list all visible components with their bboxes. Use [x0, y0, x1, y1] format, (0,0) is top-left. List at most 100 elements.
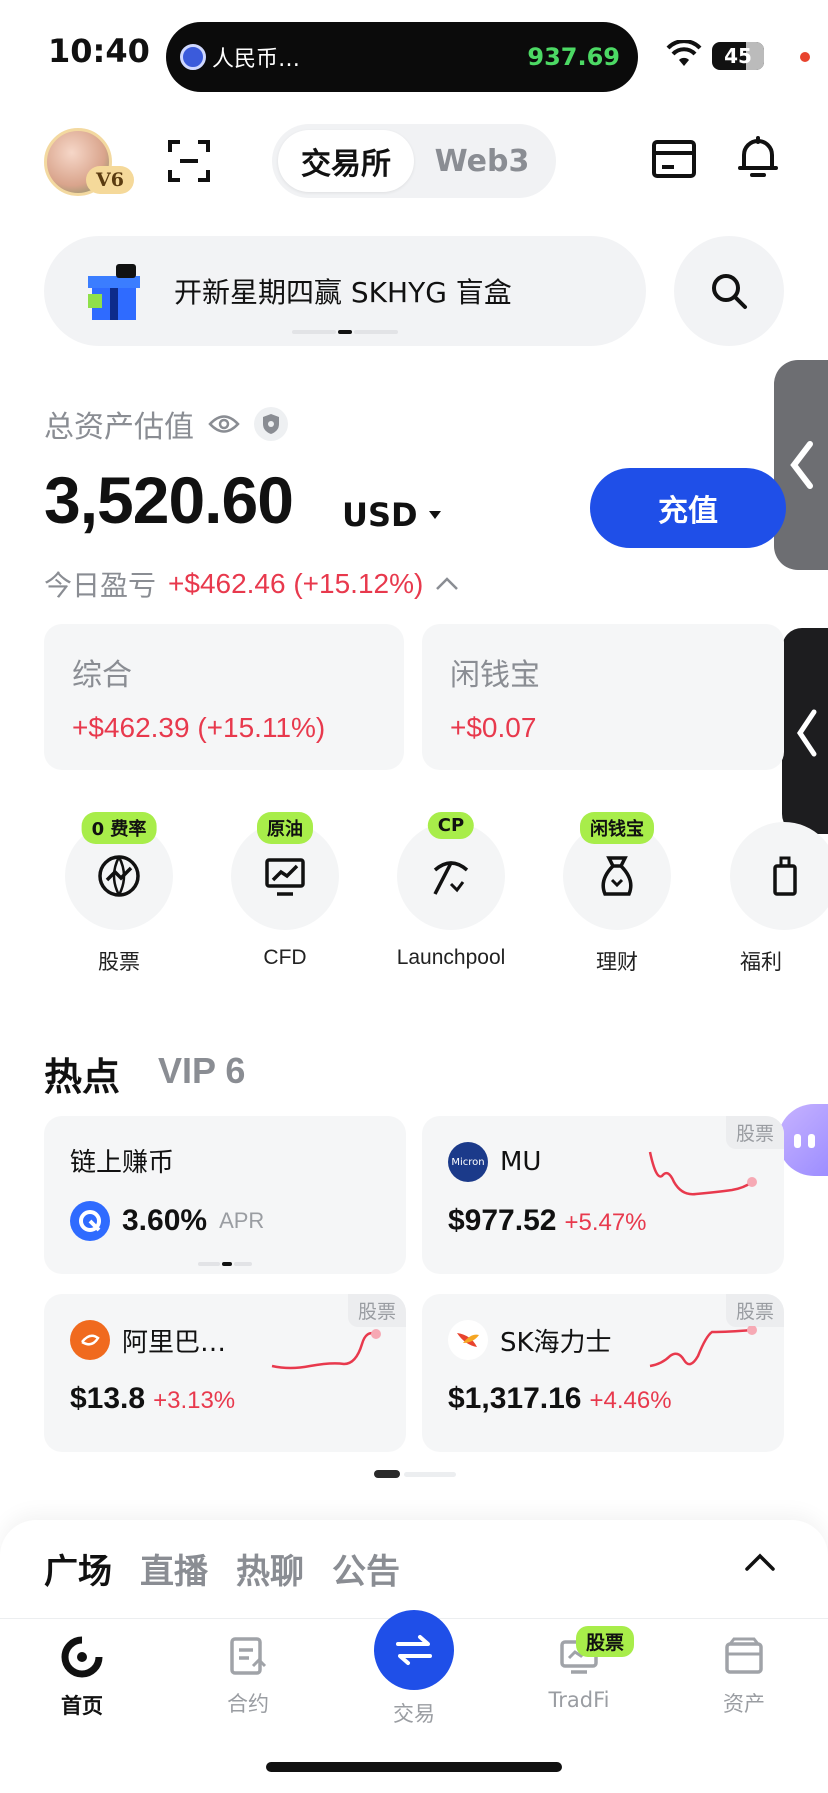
market-card-change: +4.46% [589, 1387, 672, 1414]
tab-announcements[interactable]: 公告 [332, 1544, 400, 1593]
currency-label: USD [342, 496, 418, 534]
card-icon[interactable] [652, 140, 696, 178]
nav-label: 资产 [723, 1692, 765, 1716]
card-pagination [198, 1262, 252, 1266]
market-card-name: SK海力士 [500, 1327, 612, 1358]
micron-logo-icon: Micron [448, 1142, 488, 1182]
quick-action-tag: 原油 [257, 812, 313, 844]
pnl-card-overall[interactable]: 综合 +$462.39 (+15.11%) [44, 624, 404, 770]
nav-stock-tag: 股票 [576, 1626, 635, 1657]
tab-square[interactable]: 广场 [44, 1544, 112, 1593]
onchain-earn-icon [70, 1201, 110, 1241]
tab-live[interactable]: 直播 [140, 1544, 208, 1593]
nav-label: 首页 [61, 1694, 103, 1718]
stock-tag: 股票 [725, 1294, 784, 1327]
gift-icon [773, 856, 797, 896]
market-card-price: $13.8 [70, 1382, 146, 1415]
quick-action-wealth[interactable]: 闲钱宝 理财 [552, 812, 682, 976]
alibaba-logo-icon [70, 1320, 110, 1360]
hot-pagination [374, 1470, 456, 1478]
battery-icon: 45 [712, 42, 764, 70]
tab-exchange[interactable]: 交易所 [278, 130, 414, 192]
scan-icon[interactable] [168, 140, 210, 182]
market-card-mu[interactable]: 股票 Micron MU $977.52 +5.47% [422, 1116, 784, 1274]
hot-section-title[interactable]: 热点 [44, 1046, 120, 1101]
pnl-card-title: 综合 [72, 658, 132, 693]
quick-action-tag: CP [427, 812, 475, 839]
eye-icon[interactable] [208, 413, 240, 435]
tab-hot-chat[interactable]: 热聊 [236, 1544, 304, 1593]
quick-action-benefits[interactable]: 福利 [730, 822, 828, 982]
apr-suffix: APR [219, 1208, 265, 1233]
search-button[interactable] [674, 236, 784, 346]
battery-level: 45 [724, 44, 752, 68]
chevron-up-icon [436, 577, 459, 590]
sparkline-chart [648, 1151, 757, 1196]
document-chart-icon [230, 1637, 267, 1675]
tab-web3[interactable]: Web3 [414, 130, 550, 192]
vip-section-tab[interactable]: VIP 6 [158, 1050, 245, 1092]
nav-futures[interactable]: 合约 [188, 1636, 308, 1718]
vip-level-badge: V6 [86, 166, 134, 194]
swap-arrows-icon [396, 1635, 432, 1665]
market-card-change: +3.13% [153, 1387, 236, 1414]
quick-action-tag: 闲钱宝 [580, 812, 654, 844]
total-assets-label-row: 总资产估值 [44, 402, 288, 446]
quick-action-stocks[interactable]: 0 费率 股票 [54, 812, 184, 976]
micron-logo-text: Micron [451, 1156, 485, 1168]
market-card-earn[interactable]: 链上赚币 3.60% APR [44, 1116, 406, 1274]
island-asset-name: 人民币… [212, 47, 301, 72]
monitor-chart-icon [265, 858, 305, 896]
side-drawer-handle-dark[interactable] [782, 628, 828, 834]
pnl-card-value: +$0.07 [450, 712, 537, 743]
pnl-card-savings[interactable]: 闲钱宝 +$0.07 [422, 624, 784, 770]
quick-action-tag: 0 费率 [81, 812, 157, 844]
search-icon [712, 274, 747, 309]
chevron-up-icon[interactable] [744, 1552, 776, 1572]
deposit-button[interactable]: 充值 [590, 468, 786, 548]
nav-label: TradFi [548, 1688, 610, 1712]
market-card-price: $1,317.16 [448, 1382, 582, 1415]
trade-button[interactable] [374, 1610, 454, 1690]
market-card-sk-hynix[interactable]: 股票 SK海力士 $1,317.16 +4.46% [422, 1294, 784, 1452]
currency-selector[interactable]: USD [342, 496, 442, 534]
quick-action-cfd[interactable]: 原油 CFD [220, 812, 350, 970]
nav-home[interactable]: 首页 [22, 1636, 142, 1720]
daily-pnl-row[interactable]: 今日盈亏 +$462.46 (+15.12%) [44, 564, 459, 604]
sk-hynix-logo-icon [448, 1320, 488, 1360]
banner-text: 开新星期四赢 SKHYG 盲盒 [174, 276, 512, 309]
gift-box-icon [86, 260, 142, 322]
home-logo-icon [61, 1636, 103, 1678]
daily-pnl-label: 今日盈亏 [44, 569, 157, 602]
stock-tag: 股票 [347, 1294, 406, 1327]
bell-icon[interactable] [738, 136, 778, 180]
globe-chart-icon [98, 855, 140, 897]
daily-pnl-value: +$462.46 (+15.12%) [168, 568, 424, 599]
total-assets-label: 总资产估值 [44, 410, 194, 445]
quick-action-label: 理财 [596, 951, 638, 974]
caret-down-icon [428, 511, 441, 519]
pnl-card-title: 闲钱宝 [450, 658, 540, 693]
shield-icon[interactable] [254, 407, 288, 441]
chevron-left-icon [790, 441, 813, 489]
exchange-web3-switch[interactable]: 交易所 Web3 [272, 124, 556, 198]
wallet-icon [725, 1637, 763, 1674]
quick-action-label: Launchpool [396, 946, 506, 969]
sparkline-chart [649, 1326, 757, 1368]
nav-assets[interactable]: 资产 [684, 1636, 804, 1718]
recording-indicator [800, 52, 810, 62]
quick-action-launchpool[interactable]: CP Launchpool [386, 812, 516, 970]
quick-action-label: 股票 [98, 951, 140, 974]
market-card-name: MU [500, 1147, 542, 1177]
market-card-name: 阿里巴… [122, 1327, 227, 1358]
wifi-icon [666, 40, 702, 66]
nav-label: 交易 [393, 1702, 435, 1726]
side-drawer-handle[interactable] [774, 360, 828, 570]
dynamic-island-ticker[interactable]: 人民币… 937.69 [166, 22, 638, 92]
status-time: 10:40 [48, 32, 150, 70]
market-card-alibaba[interactable]: 股票 阿里巴… $13.8 +3.13% [44, 1294, 406, 1452]
apr-value: 3.60% [122, 1204, 208, 1237]
assistant-bot-button[interactable] [778, 1104, 828, 1176]
stock-tag: 股票 [725, 1116, 784, 1149]
quick-action-label: 福利 [740, 950, 782, 974]
